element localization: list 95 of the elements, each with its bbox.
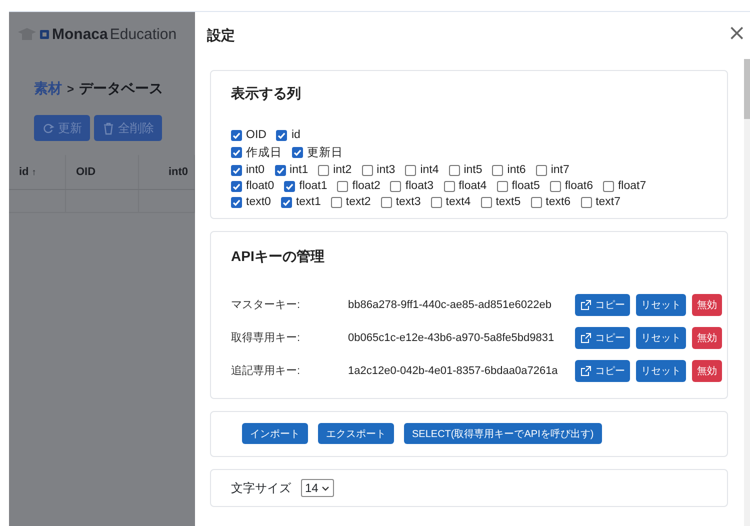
refresh-icon [42,122,55,134]
checkbox[interactable] [292,147,303,158]
select-button[interactable]: SELECT(取得専用キーでAPIを呼び出す) [404,423,602,444]
checkbox[interactable] [362,164,373,176]
copy-button[interactable]: コピー [575,360,630,382]
checkbox-label: text2 [346,196,371,208]
checkbox-label: OID [246,129,266,141]
checkbox-label: int3 [376,164,396,176]
key-value: 1a2c12e0-042b-4e01-8357-6bdaa0a7261a [348,364,559,376]
checkbox-label: id [291,129,300,141]
export-button[interactable]: エクスポート [318,423,394,444]
checkbox-label: float1 [299,180,328,192]
checkbox-label: text3 [396,196,421,208]
page-title: データベース [79,80,164,98]
column-header[interactable]: OID [66,155,139,189]
checkbox[interactable] [276,130,288,140]
checkbox[interactable] [496,180,508,192]
copy-button[interactable]: コピー [575,294,630,316]
checkbox-label: text4 [446,196,471,208]
font-size-select[interactable]: 14 [301,479,334,497]
reset-button[interactable]: リセット [636,360,686,382]
chevron-down-icon [321,484,330,492]
checkbox-label: text5 [496,196,521,208]
key-label: 取得専用キー: [231,330,302,345]
checkbox[interactable] [536,164,547,176]
checkbox-label: int1 [290,164,308,176]
checkbox[interactable] [480,196,492,208]
checkbox-label: int5 [464,164,482,176]
checkbox[interactable] [444,180,455,192]
checkbox-label: int6 [507,164,526,176]
sort-arrow: ↑ [32,167,36,177]
checkbox[interactable] [284,180,296,192]
disable-button[interactable]: 無効 [692,326,722,348]
checkbox-label: 作成日 [246,146,282,160]
key-label: 追記専用キー: [231,364,302,378]
checkbox-label: float5 [512,180,540,192]
square-logo-icon [39,28,50,40]
checkbox[interactable] [492,164,504,176]
checkbox-label: float7 [618,180,646,192]
import-button[interactable]: インポート [242,423,308,444]
external-link-icon [580,332,592,344]
checkbox[interactable] [448,164,460,176]
checkbox-label: float2 [352,180,380,192]
external-link-icon [580,364,592,376]
checkbox-label: 更新日 [307,145,343,160]
reset-button[interactable]: リセット [636,294,686,316]
checkbox-label: text7 [596,196,620,208]
checkbox-label: text6 [546,196,571,208]
reset-button[interactable]: リセット [636,326,686,348]
external-link-icon [580,298,592,310]
font-size-label: 文字サイズ [231,480,291,496]
section-title: 表示する列 [231,85,302,103]
checkbox[interactable] [330,196,342,208]
scrollbar-thumb[interactable] [744,59,750,119]
checkbox-label: int4 [420,164,439,176]
checkbox[interactable] [380,196,392,208]
logo-product: Education [110,26,177,42]
copy-button[interactable]: コピー [575,326,630,348]
checkbox[interactable] [231,164,242,176]
disable-button[interactable]: 無効 [692,294,722,316]
checkbox[interactable] [280,196,292,208]
checkbox[interactable] [231,130,242,140]
checkbox[interactable] [405,164,416,176]
breadcrumb-separator: > [67,82,74,96]
trash-icon [102,122,115,134]
checkbox[interactable] [602,180,614,192]
key-label: マスターキー: [231,298,302,312]
key-value: 0b065c1c-e12e-43b6-a970-5a8fe5bd9831 [348,332,556,344]
checkbox[interactable] [580,196,592,208]
checkbox-label: int0 [246,164,265,176]
checkbox[interactable] [390,180,402,192]
checkbox[interactable] [274,164,286,176]
column-header[interactable]: id ↑ [9,155,66,189]
dialog-title: 設定 [207,26,235,44]
checkbox-label: float4 [458,180,487,192]
checkbox[interactable] [337,180,348,192]
checkbox-label: float6 [564,180,593,192]
checkbox[interactable] [530,196,542,208]
checkbox-label: float0 [246,180,274,192]
key-value: bb86a278-9ff1-440c-ae85-ad851e6022eb [348,298,552,310]
checkbox[interactable] [231,196,242,208]
checkbox[interactable] [318,164,330,176]
section-title: APIキーの管理 [231,248,326,266]
checkbox[interactable] [430,196,442,208]
disable-button[interactable]: 無効 [692,360,722,382]
checkbox-label: float3 [405,180,434,192]
checkbox-label: text1 [296,196,321,208]
checkbox-label: int7 [550,164,570,176]
checkbox-label: text0 [246,196,271,208]
checkbox[interactable] [550,180,561,192]
checkbox-label: int2 [333,164,352,176]
logo-name: Monaca [52,26,108,42]
close-button[interactable]: × [724,24,750,46]
checkbox[interactable] [231,147,242,158]
checkbox[interactable] [231,180,242,192]
